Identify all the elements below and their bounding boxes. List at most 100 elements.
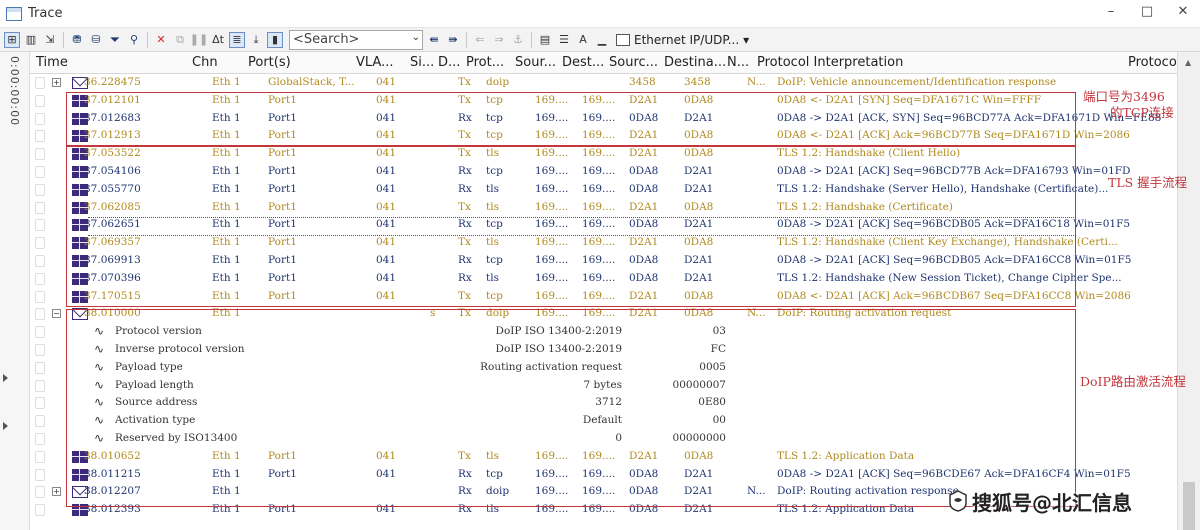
- bookmark-icon[interactable]: [35, 183, 45, 196]
- export-icon[interactable]: ⇲: [42, 32, 58, 48]
- bookmark-icon[interactable]: [35, 166, 45, 178]
- toolbar-separator: [63, 31, 64, 48]
- scroll-up-icon[interactable]: ▲: [1185, 58, 1191, 67]
- statistics-icon[interactable]: ▥: [23, 32, 39, 48]
- bookmark-icon[interactable]: [35, 272, 45, 285]
- dotted-separator: [88, 235, 1076, 236]
- protocol-filter-label: Ethernet IP/UDP...: [634, 32, 740, 47]
- pause-icon[interactable]: ❚❚: [190, 32, 208, 48]
- trace-table-header: Time Chn Port(s) VLA... Si... D... Prot.…: [30, 52, 1177, 74]
- bookmark-icon[interactable]: [35, 433, 45, 445]
- column-header-direction[interactable]: D...: [438, 55, 460, 70]
- window-title: Trace: [28, 6, 63, 21]
- bookmark-icon[interactable]: [35, 219, 45, 232]
- search-backward-icon[interactable]: ⇚: [426, 32, 442, 48]
- vertical-scrollbar[interactable]: ▲: [1177, 52, 1200, 530]
- bookmark-icon[interactable]: [35, 148, 45, 161]
- bookmark-icon[interactable]: [35, 379, 45, 392]
- tcp-annotation-line1: 端口号为3496: [1083, 89, 1165, 104]
- column-header-destination[interactable]: Dest...: [562, 55, 604, 70]
- bookmark-icon[interactable]: [35, 237, 45, 250]
- bookmark-icon[interactable]: [35, 504, 45, 517]
- database-icon[interactable]: ▤: [537, 32, 553, 48]
- expand-icon[interactable]: +: [52, 78, 61, 87]
- find-icon[interactable]: ⚲: [126, 32, 142, 48]
- bookmark-icon[interactable]: [35, 94, 45, 107]
- bookmark-icon[interactable]: [35, 468, 45, 481]
- column-header-protocol-right[interactable]: Protocol: [1128, 55, 1177, 70]
- toolbar-separator: [531, 31, 532, 48]
- overwrite-view-icon[interactable]: ⤓: [248, 32, 264, 48]
- table-row[interactable]: +36.228475 Eth 1 GlobalStack, T... 041 Tx doi…: [30, 74, 1177, 92]
- protocol-interpretation-cell: DoIP: Vehicle announcement/Identificatio…: [777, 76, 1057, 88]
- title-bar: Trace – □ ✕: [0, 0, 1200, 28]
- bookmark-icon[interactable]: [35, 77, 45, 89]
- bookmark-icon[interactable]: [35, 450, 45, 463]
- bookmark-icon[interactable]: [35, 290, 45, 303]
- bookmark-icon[interactable]: [35, 344, 45, 356]
- chronological-view-icon[interactable]: ≣: [229, 31, 245, 48]
- search-input[interactable]: <Search> ⌄: [289, 29, 423, 50]
- arrow-left-icon[interactable]: ⇐: [472, 32, 488, 48]
- column-header-vlan[interactable]: VLA...: [356, 55, 394, 70]
- highlight-icon[interactable]: ▁: [594, 32, 610, 48]
- bookmark-icon[interactable]: [35, 361, 45, 374]
- search-forward-icon[interactable]: ⇛: [445, 32, 461, 48]
- layout-icon[interactable]: ☰: [556, 32, 572, 48]
- column-header-source-port[interactable]: Sourc...: [609, 55, 658, 70]
- bookmark-icon[interactable]: [35, 415, 45, 428]
- expand-icon[interactable]: +: [52, 487, 61, 497]
- protocol-cell: doip: [486, 76, 510, 88]
- collapse-icon[interactable]: −: [52, 309, 61, 319]
- gutter-marker-icon[interactable]: [3, 422, 8, 430]
- protocol-filter-icon: [616, 33, 630, 46]
- chevron-down-icon[interactable]: ⌄: [412, 32, 420, 43]
- bookmark-icon[interactable]: [35, 308, 45, 321]
- tls-annotation: TLS 握手流程: [1108, 175, 1188, 190]
- column-header-time[interactable]: Time: [36, 55, 68, 70]
- bookmark-icon[interactable]: [35, 112, 45, 125]
- channel-cell: Eth 1: [212, 76, 241, 88]
- time-gutter: 0:00:00:00: [0, 52, 30, 530]
- bookmark-icon[interactable]: [35, 326, 45, 339]
- bookmark-icon[interactable]: [35, 201, 45, 214]
- gutter-marker-icon[interactable]: [3, 374, 8, 382]
- scrollbar-thumb[interactable]: [1183, 482, 1195, 530]
- gutter-time-label: 0:00:00:00: [8, 56, 21, 127]
- column-header-protocol[interactable]: Prot...: [466, 55, 504, 70]
- column-header-destination-port[interactable]: Destina...: [664, 55, 726, 70]
- tcp-annotation-line2: 的TCP连接: [1110, 105, 1174, 120]
- column-header-si[interactable]: Si...: [410, 55, 434, 70]
- copy-icon[interactable]: ⧉: [172, 32, 188, 48]
- column-header-protocol-interpretation[interactable]: Protocol Interpretation: [757, 55, 903, 70]
- tls-handshake-annotation-box: [66, 146, 1076, 307]
- doip-annotation: DoIP路由激活流程: [1080, 374, 1186, 389]
- bookmark-icon[interactable]: [35, 130, 45, 143]
- filter-remove-icon[interactable]: ⛁: [88, 32, 104, 48]
- trace-window-icon: [6, 6, 22, 21]
- arrow-right-icon[interactable]: ⇒: [491, 32, 507, 48]
- delta-time-icon[interactable]: Δt: [210, 32, 226, 48]
- column-header-n[interactable]: N...: [727, 55, 749, 70]
- bookmark-icon[interactable]: [35, 486, 45, 499]
- detail-view-icon[interactable]: ⊞: [4, 31, 20, 48]
- bookmark-icon[interactable]: [35, 397, 45, 410]
- minimize-button[interactable]: –: [1104, 4, 1118, 19]
- watermark: 搜狐号@北汇信息: [972, 491, 1132, 515]
- protocol-filter-dropdown[interactable]: Ethernet IP/UDP... ▾: [616, 33, 749, 47]
- time-cell: 36.228475: [84, 76, 141, 88]
- column-header-ports[interactable]: Port(s): [248, 55, 291, 70]
- column-view-icon[interactable]: ▮: [267, 31, 283, 48]
- funnel-icon[interactable]: ⏷: [107, 32, 123, 48]
- port-cell: GlobalStack, T...: [268, 76, 355, 88]
- n-cell: N...: [747, 76, 766, 88]
- filter-icon[interactable]: ⛃: [69, 32, 85, 48]
- bookmark-icon[interactable]: [35, 255, 45, 267]
- clear-icon[interactable]: ✕: [153, 32, 169, 48]
- close-button[interactable]: ✕: [1176, 4, 1190, 19]
- column-header-source[interactable]: Sour...: [515, 55, 556, 70]
- maximize-button[interactable]: □: [1140, 4, 1154, 19]
- column-header-channel[interactable]: Chn: [192, 55, 218, 70]
- marker-icon[interactable]: ⚓: [510, 32, 526, 48]
- font-size-icon[interactable]: A: [575, 32, 591, 48]
